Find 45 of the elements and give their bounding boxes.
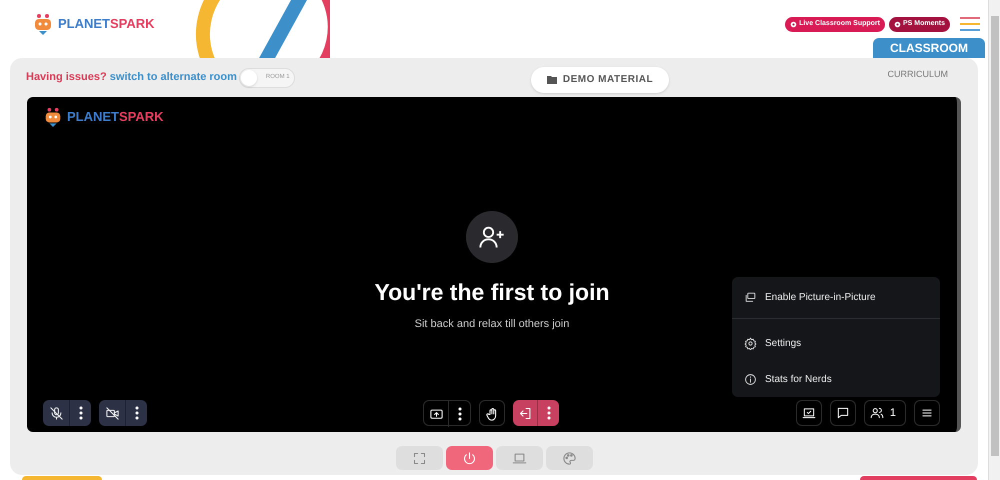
menu-item[interactable]: Stats for Nerds [765,372,832,386]
add-user-icon [466,211,518,263]
more-icon [546,406,550,420]
logo-text: PLANETSPARK [58,15,155,34]
camera-off-icon [104,406,120,420]
palette-button[interactable] [546,446,592,470]
video-title: You're the first to join [374,278,610,307]
chat-button[interactable] [830,400,856,426]
scrollbar-thumb[interactable] [990,16,998,456]
laptop-button[interactable] [496,446,542,470]
settings-icon [744,336,757,350]
menu-icon[interactable] [960,16,980,32]
exit-icon [518,406,532,420]
target-icon [894,20,901,28]
screen-share-icon [428,406,444,422]
info-icon [744,372,757,386]
more-icon [458,407,462,421]
menu-item[interactable]: Settings [765,336,802,350]
tab[interactable]: CURRICULUM [888,68,948,82]
menu-item[interactable]: Enable Picture-in-Picture [765,290,876,305]
more-icon [134,406,138,420]
robot-logo-icon [43,107,63,127]
logo-text: PLANETSPARK [67,108,164,126]
people-button[interactable]: 1 [864,400,906,426]
demo-material-button[interactable]: DEMO MATERIAL [530,66,670,92]
tab[interactable]: CLASSROOM [873,38,985,58]
power-icon [462,450,476,466]
palette-icon [562,450,576,466]
fullscreen-icon [412,450,426,466]
windows-icon [744,291,757,304]
whiteboard-button[interactable] [796,400,822,426]
people-icon [870,406,884,420]
robot-logo-icon [32,13,54,35]
folder-icon [546,76,557,84]
more-icon [78,406,82,420]
chat-icon [836,406,850,420]
mic-off-icon [48,406,64,420]
menu-button[interactable] [914,400,940,426]
laptop-icon [512,450,526,466]
video-subtitle: Sit back and relax till others join [414,316,570,332]
fullscreen-button[interactable] [396,446,442,470]
target-icon [790,20,798,28]
board-icon [802,406,816,420]
notice-text: Having issues? switch to alternate room [26,70,237,86]
power-button[interactable] [446,446,492,470]
